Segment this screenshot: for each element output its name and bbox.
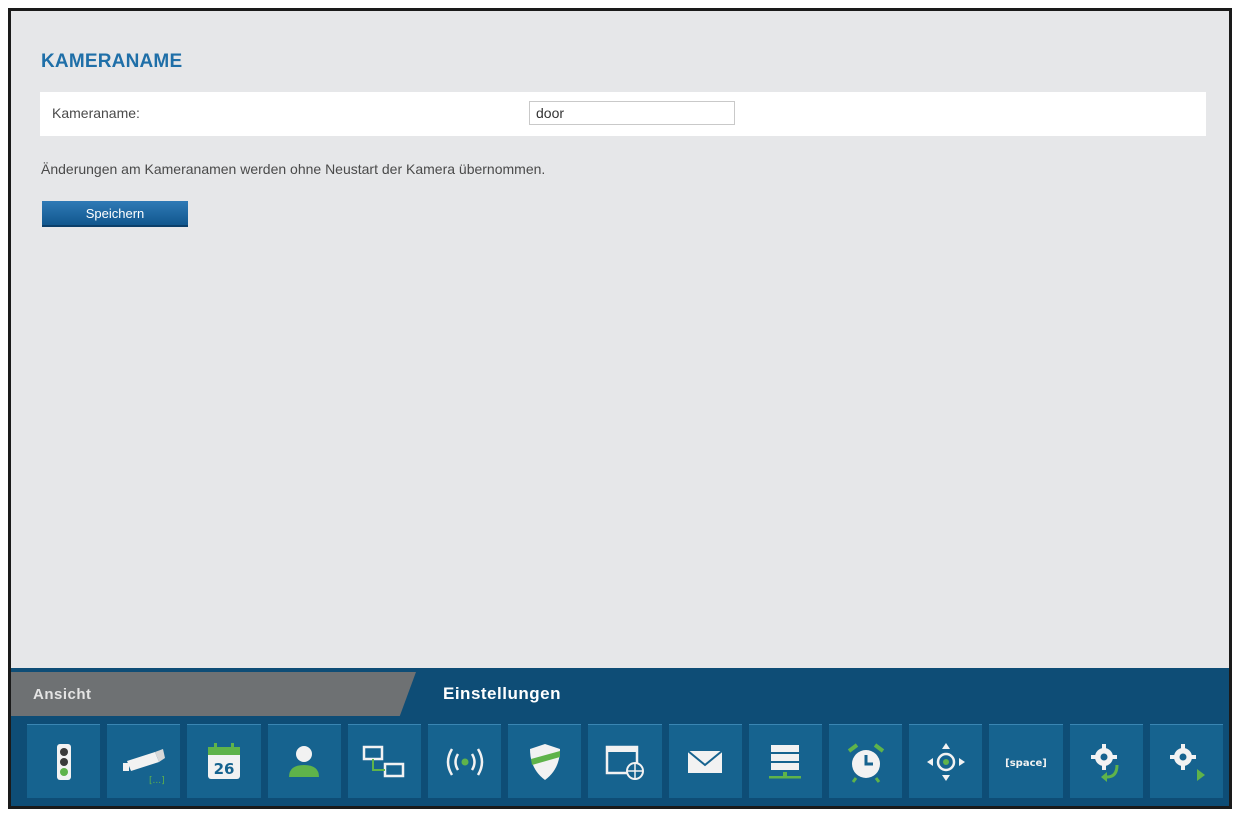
- user-icon: [289, 745, 320, 777]
- tab-einstellungen[interactable]: Einstellungen: [421, 672, 1229, 716]
- save-button[interactable]: Speichern: [42, 201, 188, 227]
- camera-settings-window: KAMERANAME Kameraname: Änderungen am Kam…: [8, 8, 1232, 809]
- wireless-icon: [446, 747, 483, 776]
- camera-icon: [...]: [122, 748, 165, 786]
- pan-tilt-button[interactable]: [909, 724, 983, 798]
- network-icon: [363, 745, 405, 777]
- space-icon: [space]: [1005, 758, 1047, 769]
- camera-name-row: Kameraname:: [40, 92, 1206, 136]
- network-button[interactable]: [347, 724, 422, 798]
- calendar-icon: 26: [208, 742, 240, 779]
- mail-button[interactable]: [668, 724, 742, 798]
- user-button[interactable]: [267, 724, 341, 798]
- settings-next-icon: [1170, 743, 1206, 781]
- settings-restore-button[interactable]: [1069, 724, 1143, 798]
- server-button[interactable]: [748, 724, 823, 798]
- space-button[interactable]: [space]: [989, 724, 1063, 798]
- mail-icon: [687, 749, 723, 773]
- settings-restore-icon: [1091, 743, 1119, 782]
- web-icon: [605, 745, 645, 780]
- wireless-button[interactable]: [428, 724, 502, 798]
- space-label: [space]: [1005, 758, 1047, 769]
- camera-caption: [...]: [149, 776, 165, 786]
- tab-strip: Ansicht Einstellungen: [11, 668, 1229, 716]
- calendar-button[interactable]: 26: [187, 724, 261, 798]
- bottom-navigation: Ansicht Einstellungen [...] 26 [space]: [11, 668, 1229, 806]
- server-icon: [769, 744, 802, 778]
- camera-button[interactable]: [...]: [107, 724, 181, 798]
- status-light-button[interactable]: [27, 724, 101, 798]
- camera-name-label: Kameraname:: [52, 105, 140, 121]
- calendar-day: 26: [214, 760, 235, 778]
- alarm-clock-icon: [847, 742, 884, 783]
- security-button[interactable]: [508, 724, 582, 798]
- status-light-icon: [56, 743, 71, 780]
- camera-name-input[interactable]: [529, 101, 735, 125]
- section-title: KAMERANAME: [41, 51, 183, 72]
- pan-tilt-icon: [926, 742, 965, 781]
- settings-toolbar: [...] 26 [space]: [27, 724, 1224, 798]
- alarm-button[interactable]: [829, 724, 903, 798]
- info-text: Änderungen am Kameranamen werden ohne Ne…: [41, 161, 546, 177]
- settings-next-button[interactable]: [1149, 724, 1224, 798]
- web-button[interactable]: [588, 724, 662, 798]
- shield-icon: [529, 743, 560, 780]
- tab-ansicht[interactable]: Ansicht: [11, 672, 416, 716]
